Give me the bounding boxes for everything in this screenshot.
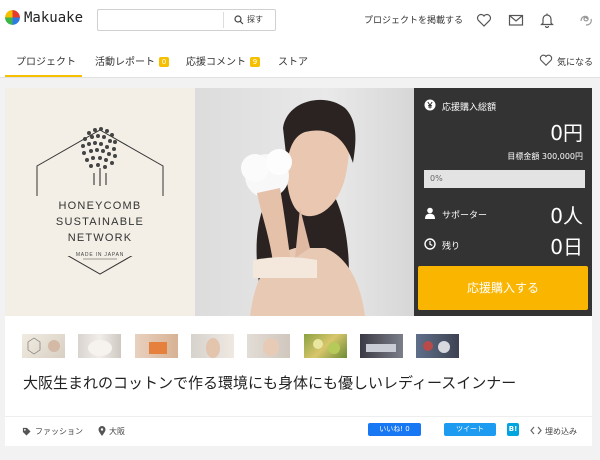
thumb-photo bbox=[206, 338, 220, 358]
tab-project[interactable]: プロジェクト bbox=[16, 53, 76, 68]
search-button-label: 探す bbox=[247, 15, 263, 24]
project-tabs: プロジェクト 活動レポート 0 応援コメント 9 ストア 気になる bbox=[0, 40, 600, 78]
total-amount-label: 応援購入総額 bbox=[442, 103, 497, 113]
brand-logo-panel: HONEYCOMB SUSTAINABLE NETWORK MADE IN JA… bbox=[5, 88, 195, 316]
favorite-label[interactable]: 気になる bbox=[557, 55, 593, 68]
gallery-thumbnail[interactable] bbox=[247, 334, 290, 358]
gallery-thumbnail[interactable] bbox=[360, 334, 403, 358]
bell-icon[interactable] bbox=[539, 12, 555, 28]
total-amount-value: 0円 bbox=[550, 121, 583, 145]
post-project-link[interactable]: プロジェクトを掲載する bbox=[364, 13, 463, 26]
logo-text[interactable]: Makuake bbox=[24, 10, 83, 26]
supporters-label: サポーター bbox=[442, 211, 488, 221]
supporter-person-icon bbox=[425, 207, 435, 219]
supporters-value: 0人 bbox=[550, 204, 583, 228]
category-link[interactable]: ファッション bbox=[35, 426, 83, 437]
tab-activity-report[interactable]: 活動レポート 0 bbox=[95, 53, 169, 68]
makuake-logo-icon[interactable] bbox=[5, 10, 20, 25]
thumb-logo bbox=[27, 337, 60, 355]
location-pin-icon bbox=[98, 426, 106, 436]
heart-icon[interactable] bbox=[476, 12, 492, 28]
model-photo bbox=[195, 88, 414, 316]
project-hero-image[interactable]: HONEYCOMB SUSTAINABLE NETWORK MADE IN JA… bbox=[5, 88, 414, 316]
honeycomb-logo: HONEYCOMB SUSTAINABLE NETWORK MADE IN JA… bbox=[29, 127, 171, 275]
embed-code-icon bbox=[530, 426, 542, 435]
top-header: Makuake 探す プロジェクトを掲載する bbox=[0, 0, 600, 40]
yen-circle-icon bbox=[424, 99, 436, 111]
tab-store-label: ストア bbox=[278, 57, 308, 68]
clock-icon bbox=[424, 238, 436, 250]
gallery-thumbnail[interactable] bbox=[78, 334, 121, 358]
thumb-photo bbox=[263, 338, 279, 356]
favorite-heart-icon[interactable] bbox=[539, 53, 553, 67]
gallery-thumbnail[interactable] bbox=[304, 334, 347, 358]
facebook-like-button[interactable]: いいね! 0 bbox=[368, 423, 421, 436]
project-title: 大阪生まれのコットンで作る環境にも身体にも優しいレディースインナー bbox=[23, 374, 517, 392]
remaining-value: 0日 bbox=[550, 235, 583, 259]
model-illustration bbox=[241, 99, 365, 316]
support-comments-count-badge: 9 bbox=[250, 57, 260, 67]
activity-report-count-badge: 0 bbox=[159, 57, 169, 67]
made-in-japan-label: MADE IN JAPAN bbox=[76, 252, 124, 258]
gallery-thumbnail[interactable] bbox=[22, 334, 65, 358]
search-icon bbox=[234, 15, 244, 25]
active-tab-indicator bbox=[5, 75, 82, 77]
funding-progress-text: 0% bbox=[430, 174, 443, 183]
tab-project-label: プロジェクト bbox=[16, 57, 76, 68]
remaining-label: 残り bbox=[442, 242, 461, 252]
project-info-area bbox=[5, 316, 592, 416]
embed-link[interactable]: 埋め込み bbox=[545, 426, 577, 437]
search-button[interactable]: 探す bbox=[227, 10, 275, 30]
tab-store[interactable]: ストア bbox=[278, 53, 308, 68]
thumb-photo bbox=[313, 339, 340, 354]
gallery-thumbnail[interactable] bbox=[416, 334, 459, 358]
support-purchase-button[interactable]: 応援購入する bbox=[418, 266, 588, 310]
tweet-button[interactable]: ツイート bbox=[444, 423, 496, 436]
location-link[interactable]: 大阪 bbox=[109, 426, 125, 437]
gallery-thumbnail[interactable] bbox=[191, 334, 234, 358]
mail-icon[interactable] bbox=[508, 12, 524, 28]
thumb-photo bbox=[88, 340, 112, 356]
project-meta-bar bbox=[5, 416, 592, 446]
tab-support-comments[interactable]: 応援コメント 9 bbox=[186, 53, 260, 68]
brand-line-1: HONEYCOMB bbox=[59, 200, 142, 212]
tag-icon bbox=[22, 427, 31, 436]
search-divider bbox=[223, 12, 224, 28]
tweet-label: ツイート bbox=[456, 425, 484, 433]
tab-activity-report-label: 活動レポート bbox=[95, 57, 155, 68]
funding-progress-bar: 0% bbox=[424, 170, 585, 188]
hatena-label: B! bbox=[508, 425, 518, 433]
facebook-like-label: いいね! 0 bbox=[379, 425, 410, 433]
thumb-photo bbox=[366, 344, 396, 352]
brand-line-2: SUSTAINABLE bbox=[56, 216, 144, 228]
search-box: 探す bbox=[97, 9, 276, 31]
thumb-photo bbox=[423, 341, 450, 353]
funding-panel: 応援購入総額 0円 目標金額 300,000円 0% サポーター 0人 残り 0… bbox=[414, 88, 592, 316]
thumb-photo bbox=[149, 342, 167, 354]
search-input[interactable] bbox=[102, 12, 220, 28]
tab-support-comments-label: 応援コメント bbox=[186, 57, 246, 68]
brand-line-3: NETWORK bbox=[68, 232, 133, 244]
hatena-bookmark-button[interactable]: B! bbox=[507, 423, 519, 436]
goal-amount-label: 目標金額 300,000円 bbox=[507, 152, 583, 161]
user-avatar-icon[interactable] bbox=[578, 12, 594, 28]
gallery-thumbnail[interactable] bbox=[135, 334, 178, 358]
